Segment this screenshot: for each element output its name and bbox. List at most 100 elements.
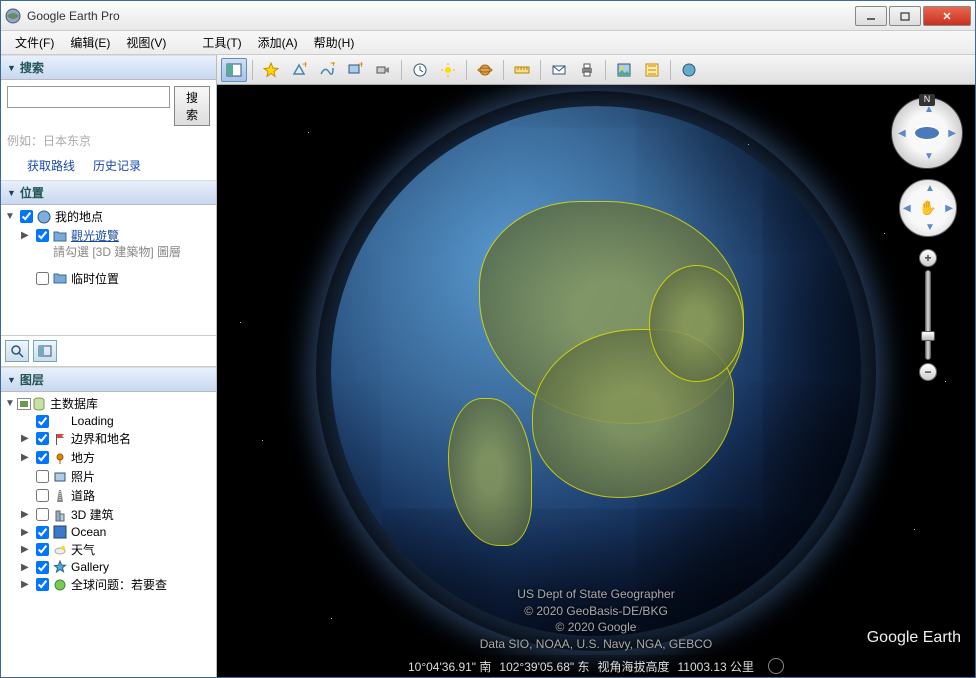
zoom-slider[interactable]	[925, 270, 931, 360]
places-panel-header[interactable]: 位置	[1, 180, 216, 205]
layers-panel-header[interactable]: 图层	[1, 367, 216, 392]
expand-toggle-icon[interactable]: ▶	[21, 544, 33, 555]
layer-label: Loading	[71, 414, 114, 428]
find-tool-button[interactable]	[5, 340, 29, 362]
weather-icon	[52, 543, 68, 557]
view-in-maps-button[interactable]	[639, 58, 665, 82]
menu-file[interactable]: 文件(F)	[7, 31, 62, 54]
add-image-overlay-button[interactable]: +	[342, 58, 368, 82]
expand-toggle-icon[interactable]: ▶	[21, 452, 33, 463]
nav-compass[interactable]: N ▲ ▼ ◀ ▶	[891, 97, 963, 169]
places-my-places[interactable]: ▼ 我的地点	[5, 207, 212, 226]
zoom-out-button[interactable]: −	[919, 363, 937, 381]
pan-left-icon[interactable]: ◀	[903, 203, 911, 214]
get-directions-link[interactable]: 获取路线	[27, 157, 75, 174]
checkbox[interactable]	[36, 470, 49, 483]
layers-primary-db[interactable]: ▼ 主数据库	[5, 394, 212, 413]
tristate-checkbox[interactable]	[17, 398, 31, 410]
nav-pan[interactable]: ✋ ▲ ▼ ◀ ▶	[899, 179, 957, 237]
expand-toggle-icon[interactable]: ▶	[21, 579, 33, 590]
pan-down-icon[interactable]: ▼	[925, 222, 935, 233]
layer-item[interactable]: 道路	[5, 486, 212, 505]
expand-toggle-icon[interactable]: ▶	[21, 527, 33, 538]
layer-item[interactable]: ▶ 全球问题：若要查	[5, 575, 212, 594]
layer-item[interactable]: ▶Ocean	[5, 524, 212, 540]
checkbox[interactable]	[36, 578, 49, 591]
maximize-button[interactable]	[889, 6, 921, 26]
history-link[interactable]: 历史记录	[93, 157, 141, 174]
historical-imagery-button[interactable]	[407, 58, 433, 82]
hide-sidebar-button[interactable]	[221, 58, 247, 82]
pan-up-icon[interactable]: ▲	[925, 183, 935, 194]
pan-right-icon[interactable]: ▶	[945, 203, 953, 214]
expand-toggle-icon[interactable]: ▶	[21, 562, 33, 573]
layer-item[interactable]: ▶天气	[5, 540, 212, 559]
menu-help[interactable]: 帮助(H)	[306, 31, 363, 54]
globe[interactable]	[331, 106, 861, 636]
layer-item[interactable]: 照片	[5, 467, 212, 486]
sightseeing-label[interactable]: 觀光遊覽	[71, 227, 119, 244]
zoom-thumb[interactable]	[921, 331, 935, 341]
zoom-in-button[interactable]: +	[919, 249, 937, 267]
email-button[interactable]	[546, 58, 572, 82]
checkbox[interactable]	[36, 432, 49, 445]
expand-toggle-icon[interactable]: ▼	[5, 211, 17, 222]
minimize-button[interactable]	[855, 6, 887, 26]
menu-edit[interactable]: 编辑(E)	[62, 31, 118, 54]
layer-item[interactable]: Loading	[5, 413, 212, 429]
status-eye-icon	[768, 658, 784, 674]
checkbox[interactable]	[36, 526, 49, 539]
expand-toggle-icon[interactable]: ▼	[5, 398, 17, 409]
look-right-icon[interactable]: ▶	[948, 128, 956, 139]
checkbox[interactable]	[36, 451, 49, 464]
pan-hand-icon[interactable]: ✋	[919, 200, 936, 217]
search-input[interactable]	[7, 86, 170, 108]
look-down-icon[interactable]: ▼	[924, 151, 934, 162]
menubar: 文件(F) 编辑(E) 视图(V) 工具(T) 添加(A) 帮助(H)	[1, 31, 975, 55]
checkbox[interactable]	[36, 508, 49, 521]
layer-label: 全球问题：若要查	[71, 576, 167, 593]
record-tour-button[interactable]	[370, 58, 396, 82]
checkbox[interactable]	[36, 561, 49, 574]
layer-item[interactable]: ▶3D 建筑	[5, 505, 212, 524]
menu-tools[interactable]: 工具(T)	[194, 31, 249, 54]
search-button[interactable]: 搜索	[174, 86, 210, 126]
add-polygon-button[interactable]: +	[286, 58, 312, 82]
expand-toggle-icon[interactable]: ▶	[21, 230, 33, 241]
panel-tool-button[interactable]	[33, 340, 57, 362]
look-up-icon[interactable]: ▲	[924, 104, 934, 115]
globe-viewport[interactable]: N ▲ ▼ ◀ ▶ ✋ ▲ ▼ ◀ ▶ +	[217, 85, 975, 677]
checkbox[interactable]	[36, 415, 49, 428]
places-temp[interactable]: 临时位置	[5, 269, 212, 288]
status-alt-label: 视角海拔高度	[598, 658, 670, 675]
close-button[interactable]	[923, 6, 971, 26]
expand-toggle-icon[interactable]: ▶	[21, 433, 33, 444]
add-path-button[interactable]: +	[314, 58, 340, 82]
checkbox[interactable]	[36, 489, 49, 502]
print-button[interactable]	[574, 58, 600, 82]
ruler-button[interactable]	[509, 58, 535, 82]
search-panel-header[interactable]: 搜索	[1, 55, 216, 80]
sunlight-button[interactable]	[435, 58, 461, 82]
checkbox[interactable]	[20, 210, 33, 223]
look-left-icon[interactable]: ◀	[898, 128, 906, 139]
sightseeing-hint: 請勾選 [3D 建築物] 圖層	[5, 245, 212, 261]
add-placemark-button[interactable]	[258, 58, 284, 82]
save-image-button[interactable]	[611, 58, 637, 82]
expand-toggle-icon[interactable]: ▶	[21, 509, 33, 520]
places-sightseeing[interactable]: ▶ 觀光遊覽	[5, 226, 212, 245]
layers-header-label: 图层	[20, 371, 44, 388]
layer-item[interactable]: ▶边界和地名	[5, 429, 212, 448]
layer-item[interactable]: ▶地方	[5, 448, 212, 467]
menu-add[interactable]: 添加(A)	[250, 31, 306, 54]
checkbox[interactable]	[36, 272, 49, 285]
planets-button[interactable]	[472, 58, 498, 82]
layer-label: Gallery	[71, 560, 109, 574]
look-eye-icon[interactable]	[913, 125, 941, 141]
checkbox[interactable]	[36, 229, 49, 242]
checkbox[interactable]	[36, 543, 49, 556]
menu-view[interactable]: 视图(V)	[118, 31, 174, 54]
layer-label: 照片	[71, 468, 95, 485]
layer-item[interactable]: ▶ Gallery	[5, 559, 212, 575]
sphere-button[interactable]	[676, 58, 702, 82]
